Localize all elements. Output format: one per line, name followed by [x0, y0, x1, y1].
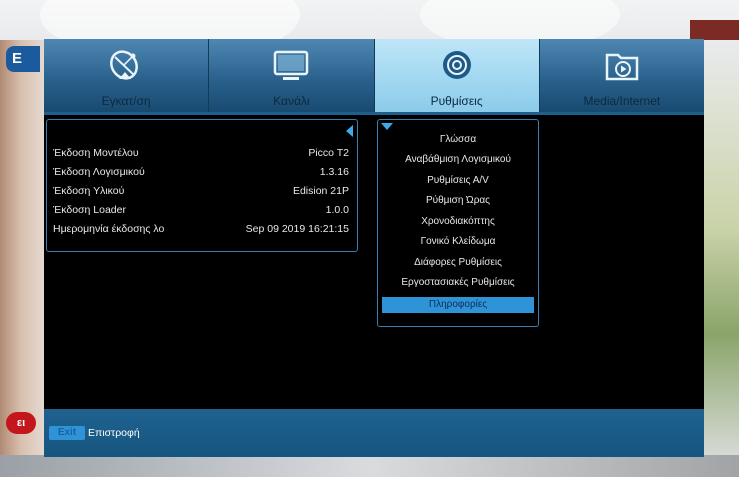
info-row-hardware: Έκδοση Υλικού Edision 21P — [53, 185, 349, 199]
info-value: 1.3.16 — [319, 166, 349, 178]
tab-channels[interactable]: Κανάλι — [209, 39, 375, 112]
arrow-left-icon — [346, 125, 353, 137]
info-key: Έκδοση Υλικού — [53, 185, 125, 197]
submenu-item-av-settings[interactable]: Ρυθμίσεις Α/V — [378, 173, 538, 189]
info-value: Picco T2 — [308, 147, 349, 159]
info-row-software: Έκδοση Λογισμικού 1.3.16 — [53, 166, 349, 180]
info-key: Ημερομηνία έκδοσης λο — [53, 223, 165, 235]
tab-label: Media/Internet — [583, 94, 661, 108]
back-label: Επιστροφή — [88, 427, 140, 439]
submenu-item-language[interactable]: Γλώσσα — [378, 132, 538, 148]
background-right — [700, 40, 739, 460]
arrow-down-icon — [381, 123, 393, 130]
info-key: Έκδοση Λογισμικού — [53, 166, 145, 178]
info-value: 1.0.0 — [325, 204, 349, 216]
tab-bar-divider — [44, 112, 704, 115]
main-menu-tabs: Εγκατ/ση Κανάλι Ρυθμίσεις Media/Internet — [44, 39, 704, 112]
info-value: Edision 21P — [292, 185, 349, 197]
tab-label: Κανάλι — [273, 94, 310, 108]
tv-icon — [274, 50, 309, 80]
submenu-item-parental-lock[interactable]: Γονικό Κλείδωμα — [378, 234, 538, 250]
tab-label: Ρυθμίσεις — [430, 94, 483, 108]
info-key: Έκδοση Μοντέλου — [53, 147, 139, 159]
channel-logo-bottom: ει — [6, 412, 36, 434]
submenu-item-time-setting[interactable]: Ρύθμιση Ώρας — [378, 193, 538, 209]
submenu-item-misc-settings[interactable]: Διάφορες Ρυθμίσεις — [378, 255, 538, 271]
submenu-item-software-upgrade[interactable]: Αναβάθμιση Λογισμικού — [378, 152, 538, 168]
footer-bar: Exit Επιστροφή — [44, 409, 704, 457]
settings-icon — [442, 51, 471, 79]
device-info-panel: Έκδοση Μοντέλου Picco T2 Έκδοση Λογισμικ… — [46, 119, 358, 252]
tab-media-internet[interactable]: Media/Internet — [539, 39, 704, 112]
tab-installation[interactable]: Εγκατ/ση — [44, 39, 210, 112]
background-bottom — [0, 455, 739, 477]
channel-logo-top: E — [6, 46, 40, 72]
media-folder-icon — [605, 53, 639, 81]
info-row-loader: Έκδοση Loader 1.0.0 — [53, 204, 349, 218]
info-value: Sep 09 2019 16:21:15 — [245, 223, 349, 235]
submenu-item-factory-settings[interactable]: Εργοστασιακές Ρυθμίσεις — [378, 275, 538, 291]
submenu-item-timer[interactable]: Χρονοδιακόπτης — [378, 214, 538, 230]
info-key: Έκδοση Loader — [53, 204, 126, 216]
settings-submenu: Γλώσσα Αναβάθμιση Λογισμικού Ρυθμίσεις Α… — [377, 119, 539, 327]
satellite-dish-icon — [110, 50, 139, 80]
info-row-build-date: Ημερομηνία έκδοσης λο Sep 09 2019 16:21:… — [53, 223, 349, 237]
settings-menu-window: Εγκατ/ση Κανάλι Ρυθμίσεις Media/Internet… — [44, 39, 704, 457]
submenu-item-information[interactable]: Πληροφορίες — [382, 297, 534, 313]
tab-settings[interactable]: Ρυθμίσεις — [374, 39, 540, 112]
exit-key-button[interactable]: Exit — [49, 426, 85, 440]
info-row-model: Έκδοση Μοντέλου Picco T2 — [53, 147, 349, 161]
tab-label: Εγκατ/ση — [101, 94, 151, 108]
